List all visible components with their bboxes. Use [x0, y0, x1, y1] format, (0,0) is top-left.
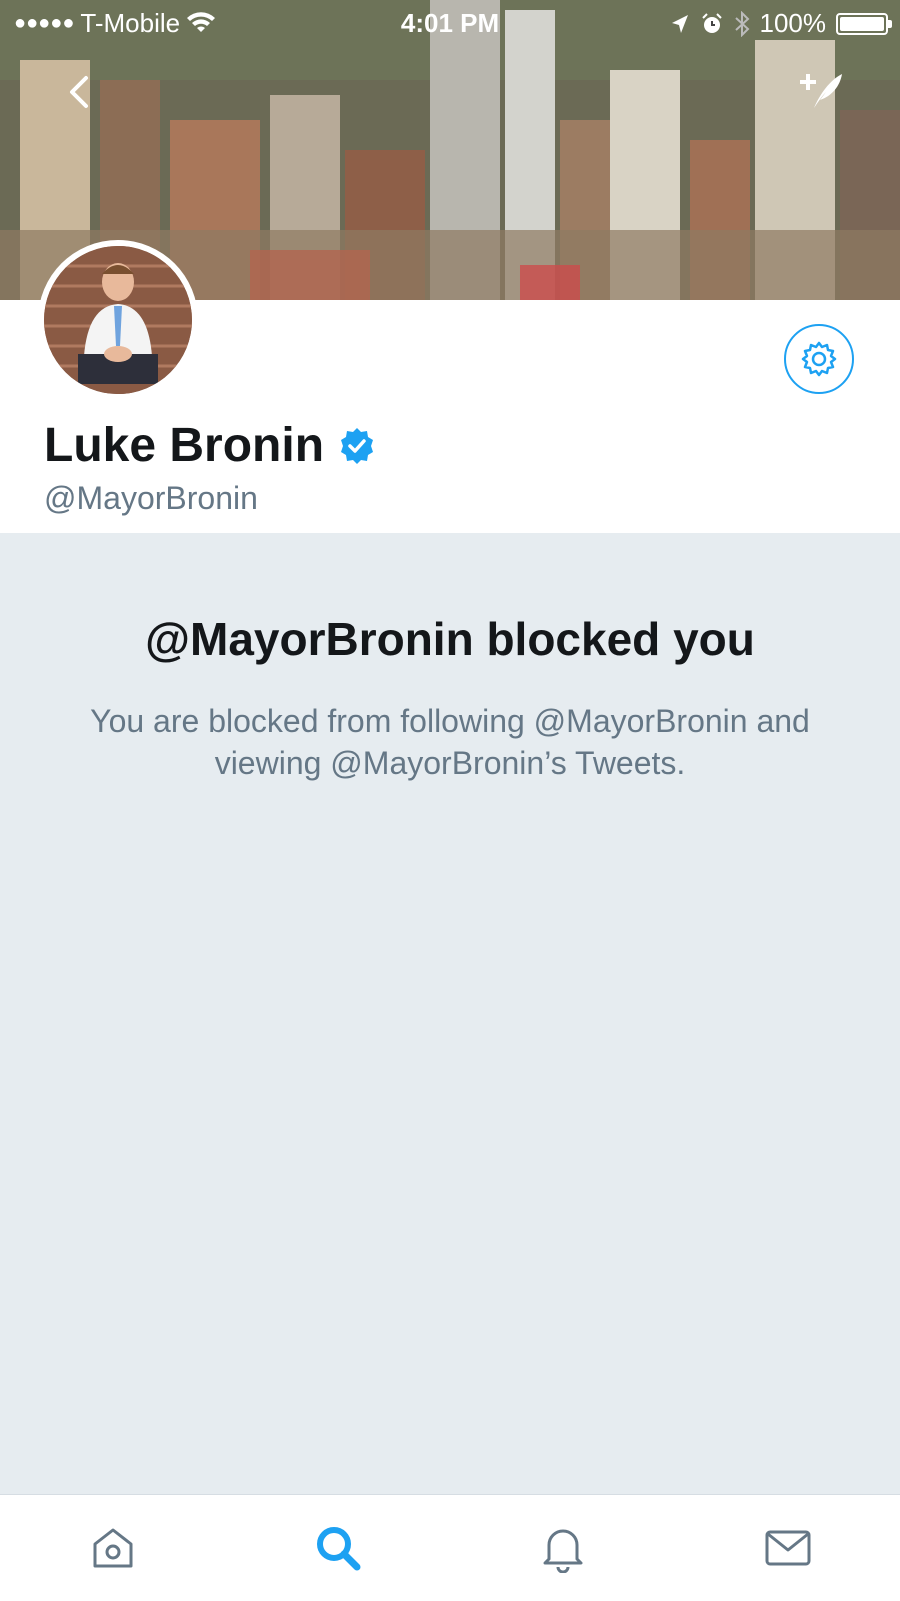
avatar-photo	[44, 246, 192, 394]
back-button[interactable]	[60, 70, 100, 114]
mail-icon	[765, 1530, 810, 1566]
tab-search[interactable]	[225, 1495, 450, 1601]
display-name-text: Luke Bronin	[44, 419, 325, 472]
chevron-left-icon	[70, 76, 88, 108]
battery-icon	[836, 12, 892, 35]
compose-tweet-icon	[800, 74, 842, 108]
profile-photo-image	[44, 246, 192, 394]
status-bar: ●●●●● T-Mobile 4:01 PM 100%	[0, 0, 900, 44]
alarm-icon	[701, 12, 722, 33]
gear-icon	[801, 341, 837, 377]
settings-button[interactable]	[784, 324, 854, 394]
battery-level-fill	[840, 16, 884, 31]
tab-bar	[0, 1494, 900, 1601]
bell-icon	[543, 1529, 582, 1573]
battery-percent: 100%	[759, 8, 827, 38]
bluetooth-icon	[734, 10, 749, 37]
tab-messages[interactable]	[675, 1495, 900, 1601]
tab-notifications[interactable]	[450, 1495, 675, 1601]
profile-display-name: Luke Bronin	[44, 418, 376, 473]
compose-tweet-button[interactable]	[796, 68, 846, 114]
tab-home[interactable]	[0, 1495, 225, 1601]
verified-badge-icon	[341, 427, 374, 464]
blocked-message: You are blocked from following @MayorBro…	[90, 703, 810, 781]
avatar[interactable]	[38, 240, 198, 400]
blocked-title: @MayorBronin blocked you	[145, 613, 755, 665]
home-icon	[93, 1528, 132, 1568]
status-right: 100%	[670, 8, 892, 39]
location-icon	[671, 14, 688, 33]
profile-handle: @MayorBronin	[44, 480, 258, 516]
search-icon	[316, 1527, 360, 1571]
